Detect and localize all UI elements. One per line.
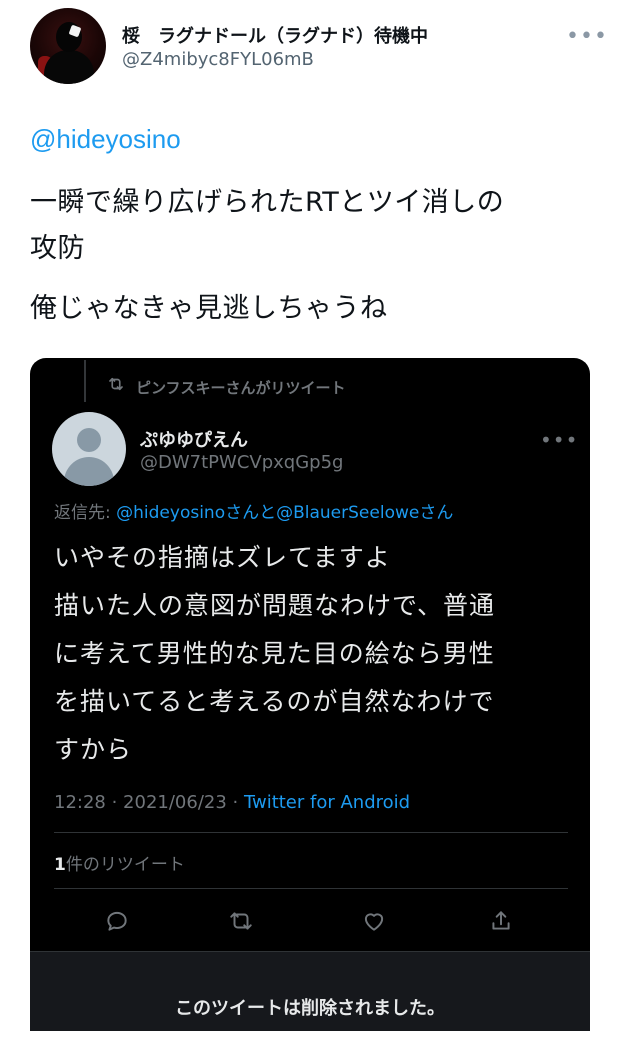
quoted-text-line: すから <box>54 735 133 764</box>
more-horizontal-icon[interactable]: ••• <box>566 24 608 49</box>
reply-to-prefix: 返信先: <box>54 503 117 523</box>
retweet-count-number: 1 <box>54 855 66 875</box>
reply-to-user-link[interactable]: @hideyosino <box>116 503 225 523</box>
retweet-count-label: 件のリツイート <box>65 855 185 875</box>
deleted-tweet-text: このツイートは削除されました。 <box>175 998 445 1019</box>
default-avatar[interactable] <box>52 412 126 486</box>
quoted-display-name[interactable]: ぷゆゆぴえん <box>140 426 248 452</box>
divider <box>54 888 568 889</box>
thread-line <box>84 360 86 402</box>
quoted-text-line: に考えて男性的な見た目の絵なら男性 <box>54 639 495 668</box>
reply-to-user-link[interactable]: @BlauerSeelowe <box>276 503 419 523</box>
like-icon[interactable] <box>361 908 387 934</box>
more-horizontal-icon[interactable]: ••• <box>540 428 578 452</box>
tweet-text-line: 一瞬で繰り広げられたRTとツイ消しの <box>30 187 505 218</box>
share-icon[interactable] <box>488 908 514 934</box>
retweet-context: ピンフスキーさんがリツイート <box>136 379 346 397</box>
quoted-user-handle[interactable]: @DW7tPWCVpxqGp5g <box>140 452 343 473</box>
display-name[interactable]: 桵 ラグナドール（ラグナド）待機中 <box>122 22 428 48</box>
retweet-count[interactable]: 1件のリツイート <box>54 850 185 875</box>
user-handle[interactable]: @Z4mibyc8FYL06mB <box>122 49 314 70</box>
retweet-icon[interactable] <box>228 908 254 934</box>
reply-to-suffix: さん <box>419 503 454 523</box>
reply-to-suffix: さんと <box>225 503 277 523</box>
reply-to-line: 返信先: @hideyosinoさんと@BlauerSeeloweさん <box>54 498 453 523</box>
timestamp[interactable]: 12:28 · 2021/06/23 · <box>54 792 244 813</box>
tweet-meta: 12:28 · 2021/06/23 · Twitter for Android <box>54 792 410 813</box>
avatar[interactable] <box>30 8 106 84</box>
tweet-text-line: 攻防 <box>30 233 85 264</box>
reply-icon[interactable] <box>104 908 130 934</box>
tweet-text-line: 俺じゃなきゃ見逃しちゃうね <box>30 293 388 324</box>
retweet-icon <box>106 375 126 398</box>
client-link[interactable]: Twitter for Android <box>244 792 410 813</box>
quoted-text-line: を描いてると考えるのが自然なわけで <box>54 687 495 716</box>
quoted-text-line: 描いた人の意図が問題なわけで、普通 <box>54 591 496 620</box>
mention-link[interactable]: @hideyosino <box>30 124 181 155</box>
quoted-text-line: いやその指摘はズレてますよ <box>54 543 391 572</box>
divider <box>54 832 568 833</box>
